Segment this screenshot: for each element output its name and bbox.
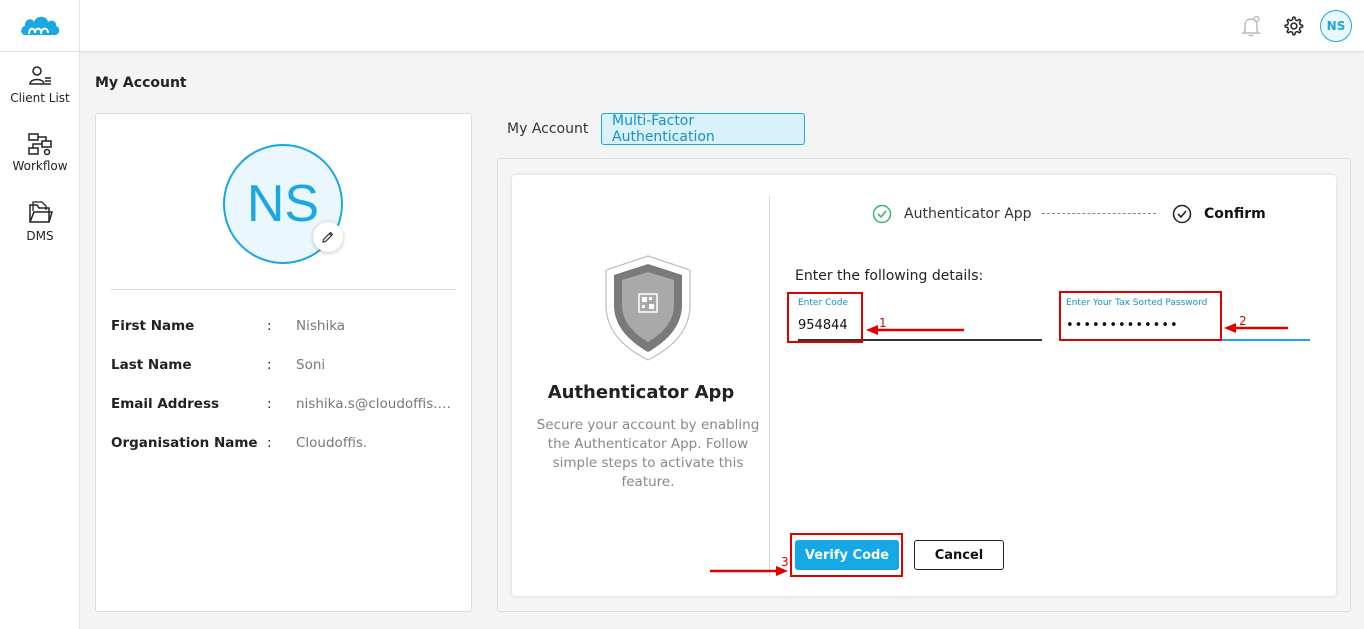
password-input[interactable] <box>1066 314 1266 336</box>
profile-card: NS First Name : Nishika Last Name : Soni… <box>95 113 472 612</box>
info-row-organisation: Organisation Name : Cloudoffis. <box>111 435 456 455</box>
password-field: Enter Your Tax Sorted Password <box>1066 298 1310 342</box>
pencil-icon <box>322 231 334 243</box>
step-confirm: Confirm <box>1172 204 1266 224</box>
code-field: Enter Code <box>798 298 1042 342</box>
verify-code-button[interactable]: Verify Code <box>795 540 899 570</box>
sidebar-item-label: DMS <box>26 229 54 243</box>
shield-qr-icon <box>605 255 691 361</box>
annotation-number: 2 <box>1239 314 1247 328</box>
field-separator: : <box>267 357 272 373</box>
gear-icon <box>1284 16 1304 36</box>
user-avatar[interactable]: NS <box>1320 10 1352 42</box>
workflow-icon <box>28 133 52 156</box>
settings-button[interactable] <box>1278 9 1308 43</box>
info-row-last-name: Last Name : Soni <box>111 357 456 377</box>
field-value: Nishika <box>296 318 346 334</box>
code-field-label: Enter Code <box>798 298 849 308</box>
field-label: Last Name <box>111 357 192 373</box>
field-label: First Name <box>111 318 195 334</box>
annotation-number: 1 <box>879 316 887 330</box>
sidebar-item-label: Workflow <box>12 159 68 173</box>
field-separator: : <box>267 435 272 451</box>
field-value: Cloudoffis. <box>296 435 368 451</box>
field-separator: : <box>267 318 272 334</box>
step-label: Authenticator App <box>904 206 1032 222</box>
cancel-button[interactable]: Cancel <box>914 540 1004 570</box>
step-connector <box>1042 213 1156 214</box>
info-row-email: Email Address : nishika.s@cloudoffis.c..… <box>111 396 456 416</box>
method-description: Secure your account by enabling the Auth… <box>536 417 760 490</box>
notifications-button[interactable] <box>1236 9 1266 43</box>
cloud-logo-icon <box>20 16 59 35</box>
step-authenticator-app: Authenticator App <box>872 204 1032 224</box>
sidebar-item-client-list[interactable]: Client List <box>0 64 80 105</box>
field-value: nishika.s@cloudoffis.c... <box>296 396 456 412</box>
field-label: Email Address <box>111 396 220 412</box>
sidebar: Client List Workflow DMS <box>0 52 80 629</box>
method-title: Authenticator App <box>547 382 735 403</box>
folder-icon <box>29 201 53 223</box>
tab-my-account[interactable]: My Account <box>497 113 598 145</box>
password-field-label: Enter Your Tax Sorted Password <box>1066 298 1208 308</box>
edit-avatar-button[interactable] <box>313 222 343 252</box>
step-label: Confirm <box>1204 206 1266 222</box>
user-list-icon <box>29 66 51 85</box>
divider <box>769 196 770 576</box>
code-input[interactable] <box>798 314 998 336</box>
bell-icon <box>1241 15 1261 37</box>
code-underline <box>798 339 1042 341</box>
sidebar-item-dms[interactable]: DMS <box>0 200 80 243</box>
sidebar-item-workflow[interactable]: Workflow <box>0 132 80 173</box>
logo[interactable] <box>0 0 80 52</box>
tab-multi-factor-authentication[interactable]: Multi-Factor Authentication <box>601 113 805 145</box>
field-value: Soni <box>296 357 326 373</box>
check-circle-icon <box>872 204 892 224</box>
sidebar-item-label: Client List <box>10 91 70 105</box>
field-label: Organisation Name <box>111 435 258 451</box>
info-row-first-name: First Name : Nishika <box>111 318 456 338</box>
check-circle-icon <box>1172 204 1192 224</box>
top-bar: NS <box>0 0 1364 52</box>
divider <box>111 289 456 290</box>
password-underline <box>1066 339 1310 341</box>
field-separator: : <box>267 396 272 412</box>
details-label: Enter the following details: <box>795 268 984 284</box>
annotation-number: 3 <box>781 555 789 569</box>
page-title: My Account <box>95 75 187 91</box>
